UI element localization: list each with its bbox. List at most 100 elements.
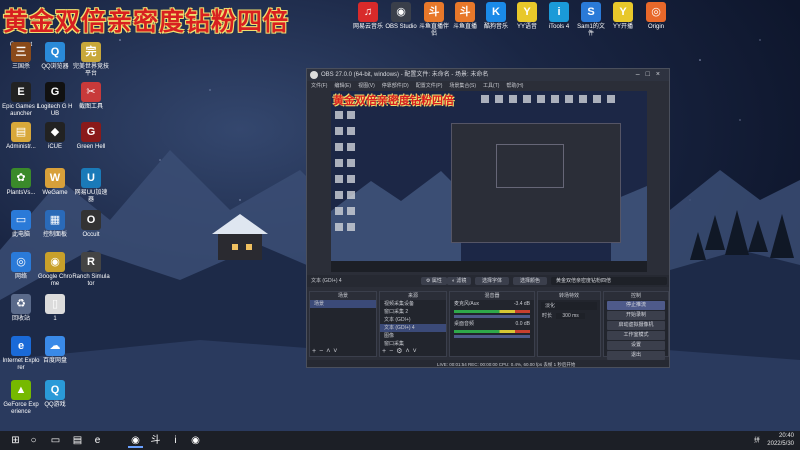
obs-window[interactable]: OBS 27.0.0 (64-bit, windows) - 配置文件: 未命名… bbox=[306, 68, 670, 368]
clock-date: 2022/5/30 bbox=[767, 441, 794, 447]
source-item[interactable]: 图像 bbox=[380, 332, 446, 340]
yy-icon: Y bbox=[517, 2, 537, 22]
source-list: 视频采集设备 窗口采集 2 文本 (GDI+) 文本 (GDI+) 4 图像 窗口采集 bbox=[380, 300, 446, 348]
menu-item[interactable]: 编辑(E) bbox=[334, 83, 351, 89]
properties-button[interactable]: ⚙ 属性 bbox=[421, 277, 447, 285]
desktop-icon[interactable]: ▦ 控制面板 bbox=[36, 210, 74, 239]
up-icon[interactable]: ˄ bbox=[405, 348, 412, 355]
desktop-icon[interactable]: ▲ GeForce Experience bbox=[2, 380, 40, 416]
desktop-icon[interactable]: 三三国杀 bbox=[2, 42, 40, 71]
network-icon: ◎ bbox=[11, 252, 31, 272]
control-button[interactable]: 设置 bbox=[607, 341, 665, 350]
chrome-taskbar-icon[interactable]: ◉ bbox=[188, 433, 203, 448]
obs-icon: ◉ bbox=[391, 2, 411, 22]
desktop-icon[interactable]: Q QQ游戏 bbox=[36, 380, 74, 409]
desktop-icon-label: QQ游戏 bbox=[44, 402, 66, 408]
edge-icon[interactable]: e bbox=[90, 433, 105, 448]
source-item[interactable]: 窗口采集 2 bbox=[380, 308, 446, 316]
wegame-icon: W bbox=[45, 168, 65, 188]
start-icon[interactable]: ⊞ bbox=[8, 433, 23, 448]
obs-preview-canvas[interactable]: 黄金双倍亲密度钻粉四倍 bbox=[331, 91, 647, 272]
origin-icon: ◎ bbox=[646, 2, 666, 22]
control-button[interactable]: 停止推流 bbox=[607, 301, 665, 310]
minimize-icon[interactable]: – bbox=[636, 71, 646, 78]
source-item[interactable]: 视频采集设备 bbox=[380, 300, 446, 308]
task-view-icon[interactable]: ▭ bbox=[48, 433, 63, 448]
control-button[interactable]: 启动虚拟摄像机 bbox=[607, 321, 665, 330]
ranch-simulator-icon: R bbox=[81, 252, 101, 272]
input-method-indicator[interactable]: 拼 bbox=[754, 435, 760, 444]
menu-item[interactable]: 帮助(H) bbox=[506, 83, 523, 89]
desktop-icon[interactable]: ◎ Origin bbox=[640, 2, 672, 31]
search-icon[interactable]: ○ bbox=[26, 433, 41, 448]
transition-select[interactable]: 淡化 bbox=[541, 302, 597, 310]
desktop-icon[interactable]: ▯ 1 bbox=[36, 294, 74, 323]
desktop-icon[interactable]: E Epic Games Launcher bbox=[2, 82, 40, 118]
desktop-icon[interactable]: ◉ Google Chrome bbox=[36, 252, 74, 288]
file-explorer-icon[interactable]: ▤ bbox=[70, 433, 85, 448]
desktop-icon[interactable]: ✿ PlantsVs... bbox=[2, 168, 40, 197]
control-button[interactable]: 工作室模式 bbox=[607, 331, 665, 340]
filters-label: 滤镜 bbox=[456, 278, 467, 284]
mixer-track-name: 麦克风/Aux bbox=[454, 301, 480, 307]
desktop-icon[interactable]: ▤ Administr... bbox=[2, 122, 40, 151]
desktop-icon[interactable]: ✂ 截图工具 bbox=[72, 82, 110, 111]
filters-button[interactable]: ◐ 滤镜 bbox=[447, 277, 472, 285]
desktop-icon[interactable]: U 网易UU加速器 bbox=[72, 168, 110, 204]
menu-item[interactable]: 停靠部件(D) bbox=[382, 83, 409, 89]
control-button[interactable]: 退出 bbox=[607, 351, 665, 360]
desktop-icon[interactable]: ◆ iCUE bbox=[36, 122, 74, 151]
desktop-icon[interactable]: e Internet Explorer bbox=[2, 336, 40, 372]
itools-taskbar-icon[interactable]: i bbox=[168, 433, 183, 448]
scene-item[interactable]: 场景 bbox=[310, 300, 376, 308]
desktop-icon[interactable]: 斗斗鱼直播伴侣 bbox=[418, 2, 450, 38]
desktop-icon[interactable]: ▭ 此电脑 bbox=[2, 210, 40, 239]
select-font-button[interactable]: 选择字体 bbox=[475, 277, 509, 285]
volume-slider[interactable] bbox=[454, 315, 530, 318]
down-icon[interactable]: ˅ bbox=[413, 348, 420, 355]
desktop-icon[interactable]: O Occult bbox=[72, 210, 110, 239]
desktop-icon[interactable]: Y YY语音 bbox=[511, 2, 543, 31]
menu-item[interactable]: 文件(F) bbox=[311, 83, 327, 89]
down-icon[interactable]: ˅ bbox=[333, 348, 340, 355]
itools-icon: i bbox=[549, 2, 569, 22]
scene-toolbar: +−˄˅ bbox=[312, 348, 340, 355]
desktop-icon[interactable]: 斗斗鱼直播 bbox=[449, 2, 481, 31]
desktop-icon[interactable]: ♻ 回收站 bbox=[2, 294, 40, 323]
system-tray[interactable]: 拼 20:40 2022/5/30 bbox=[754, 432, 794, 448]
kugou-icon: K bbox=[486, 2, 506, 22]
close-icon[interactable]: × bbox=[656, 71, 666, 78]
text-value-field[interactable]: 黄金双倍亲密度钻粉四倍 bbox=[551, 277, 667, 285]
mixer-track-level: -3.4 dB bbox=[513, 301, 530, 307]
menu-item[interactable]: 场景集合(S) bbox=[449, 83, 476, 89]
mixer-track: 麦克风/Aux -3.4 dB bbox=[450, 300, 534, 318]
menu-item[interactable]: 视图(V) bbox=[358, 83, 375, 89]
maximize-icon[interactable]: □ bbox=[646, 71, 656, 78]
douyu-taskbar-icon[interactable]: 斗 bbox=[148, 433, 163, 448]
duration-input[interactable]: 300 ms bbox=[556, 313, 585, 319]
desktop-icon[interactable]: K 酷狗音乐 bbox=[480, 2, 512, 31]
obs-title-bar[interactable]: OBS 27.0.0 (64-bit, windows) - 配置文件: 未命名… bbox=[307, 69, 669, 81]
volume-slider[interactable] bbox=[454, 335, 530, 338]
desktop-icon[interactable]: G Green Hell bbox=[72, 122, 110, 151]
desktop-icon[interactable]: ♫ 网易云音乐 bbox=[352, 2, 384, 31]
menu-item[interactable]: 配置文件(P) bbox=[416, 83, 443, 89]
desktop-icon[interactable]: ◉ OBS Studio bbox=[385, 2, 417, 31]
desktop-icon[interactable]: R Ranch Simulator bbox=[72, 252, 110, 288]
desktop-icon[interactable]: 完完美世界竞技平台 bbox=[72, 42, 110, 78]
desktop-icon[interactable]: W WeGame bbox=[36, 168, 74, 197]
desktop-icon[interactable]: ☁ 百度网盘 bbox=[36, 336, 74, 365]
source-item[interactable]: 文本 (GDI+) bbox=[380, 316, 446, 324]
select-color-button[interactable]: 选择颜色 bbox=[513, 277, 547, 285]
desktop-icon[interactable]: i iTools 4 bbox=[543, 2, 575, 31]
desktop-icon[interactable]: Q QQ浏览器 bbox=[36, 42, 74, 71]
desktop-icon[interactable]: G Logitech G HUB bbox=[36, 82, 74, 118]
source-item[interactable]: 文本 (GDI+) 4 bbox=[380, 324, 446, 332]
obs-taskbar-icon[interactable]: ◉ bbox=[128, 433, 143, 448]
desktop-icon[interactable]: S Sam1的文件 bbox=[575, 2, 607, 38]
desktop-icon[interactable]: ◎ 网络 bbox=[2, 252, 40, 281]
preview-nested-obs bbox=[451, 123, 621, 243]
control-button[interactable]: 开始录制 bbox=[607, 311, 665, 320]
menu-item[interactable]: 工具(T) bbox=[483, 83, 499, 89]
desktop-icon[interactable]: Y YY开播 bbox=[607, 2, 639, 31]
